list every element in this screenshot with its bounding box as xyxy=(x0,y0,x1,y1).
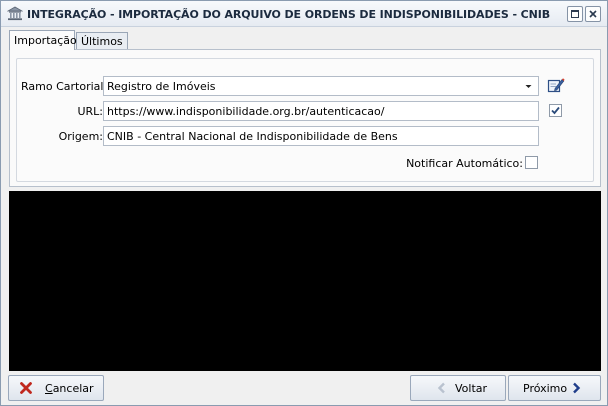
ramo-value: Registro de Imóveis xyxy=(107,80,216,93)
title-bar: INTEGRAÇÃO - IMPORTAÇÃO DO ARQUIVO DE OR… xyxy=(1,1,607,27)
origem-label: Origem: xyxy=(58,130,103,143)
tab-ultimos[interactable]: Últimos xyxy=(76,32,128,49)
form-group: Ramo Cartorial: Registro de Imóveis URL:… xyxy=(16,58,594,182)
origem-value: CNIB - Central Nacional de Indisponibili… xyxy=(107,130,398,143)
tab-importacao[interactable]: Importação xyxy=(9,30,77,50)
back-button[interactable]: Voltar xyxy=(410,375,506,401)
dialog-window: INTEGRAÇÃO - IMPORTAÇÃO DO ARQUIVO DE OR… xyxy=(0,0,608,406)
log-display-area xyxy=(9,191,601,371)
next-label: Próximo xyxy=(523,382,568,395)
next-button[interactable]: Próximo xyxy=(508,375,601,401)
edit-icon[interactable] xyxy=(547,76,565,94)
chevron-right-icon xyxy=(569,381,583,395)
window-title: INTEGRAÇÃO - IMPORTAÇÃO DO ARQUIVO DE OR… xyxy=(27,8,551,21)
maximize-button[interactable] xyxy=(567,6,583,22)
close-icon xyxy=(19,381,33,395)
landmark-icon xyxy=(6,6,24,21)
checkmark-icon xyxy=(551,106,560,115)
url-input[interactable]: https://www.indisponibilidade.org.br/aut… xyxy=(103,101,539,121)
back-label: Voltar xyxy=(455,382,488,395)
close-button[interactable] xyxy=(585,6,601,22)
tab-panel: Ramo Cartorial: Registro de Imóveis URL:… xyxy=(9,49,601,187)
notificar-label: Notificar Automático: xyxy=(406,157,523,170)
notificar-checkbox[interactable] xyxy=(525,156,538,169)
cancel-label: Cancelar xyxy=(45,382,94,395)
chevron-down-icon[interactable] xyxy=(521,79,536,93)
url-checkbox[interactable] xyxy=(549,104,562,117)
origem-input[interactable]: CNIB - Central Nacional de Indisponibili… xyxy=(103,126,539,146)
chevron-left-icon xyxy=(435,381,449,395)
ramo-label: Ramo Cartorial: xyxy=(21,80,108,93)
url-label: URL: xyxy=(77,105,103,118)
cancel-button[interactable]: Cancelar xyxy=(8,375,104,401)
url-value: https://www.indisponibilidade.org.br/aut… xyxy=(107,105,385,118)
ramo-select[interactable]: Registro de Imóveis xyxy=(103,76,539,96)
